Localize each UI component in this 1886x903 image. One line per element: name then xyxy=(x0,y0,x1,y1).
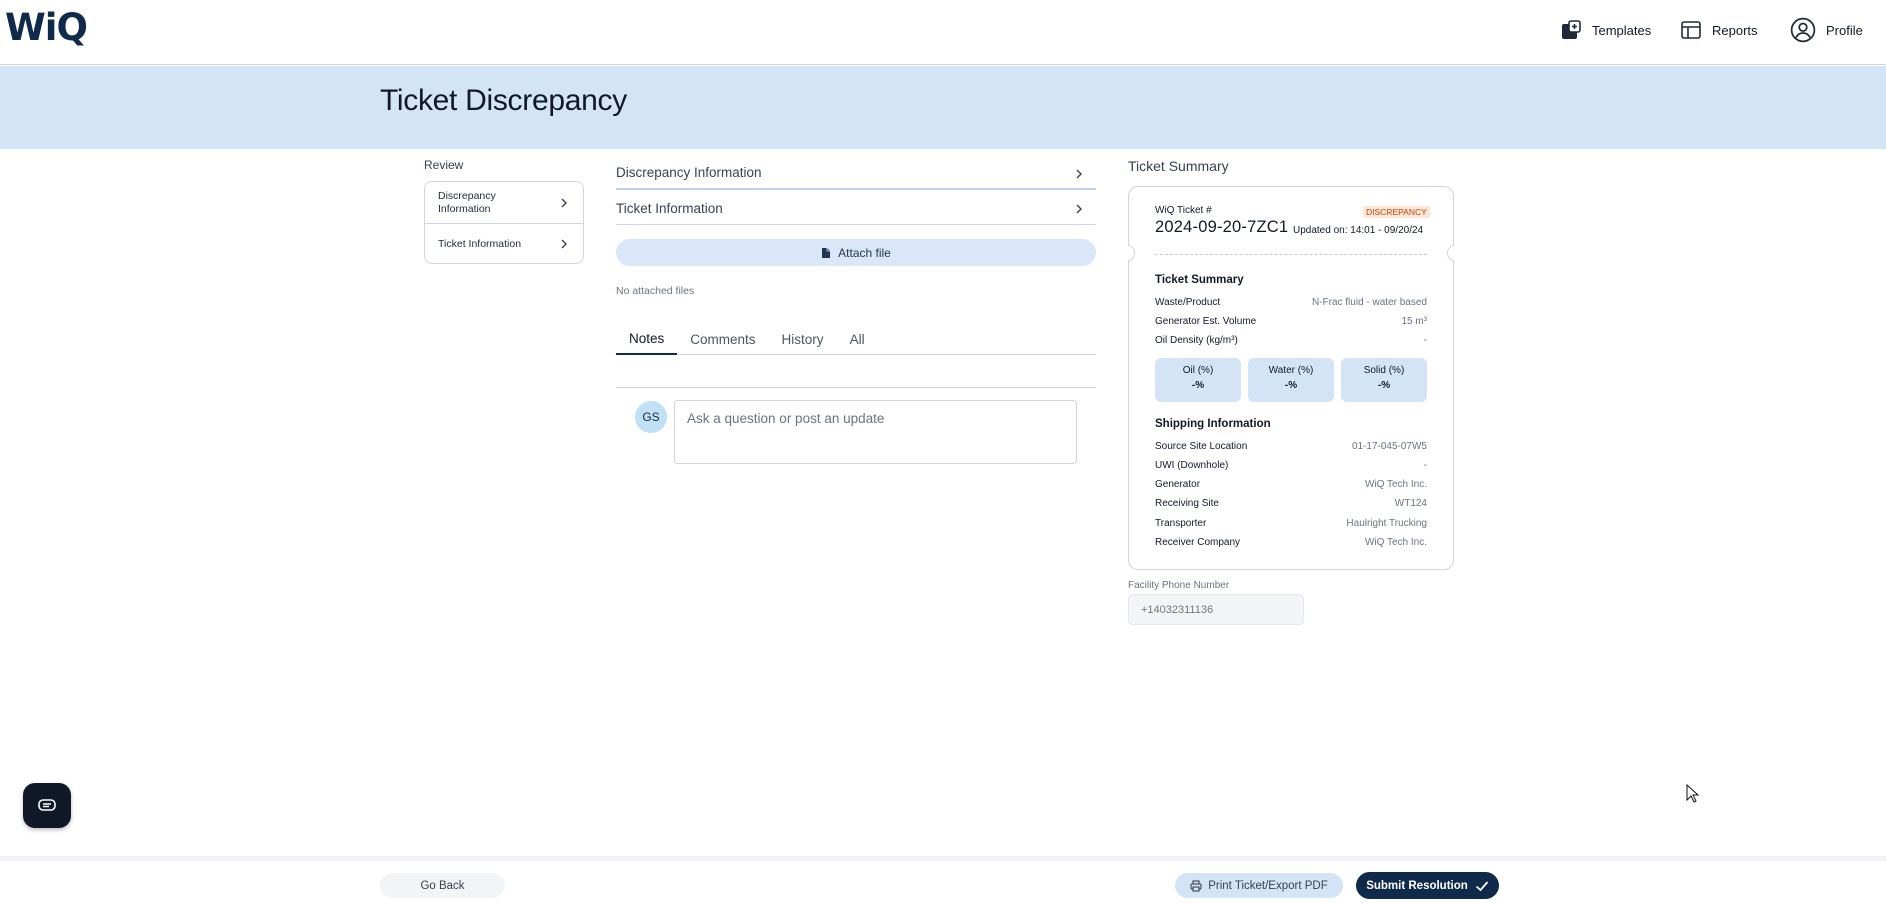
nav-profile[interactable]: Profile xyxy=(1790,17,1863,43)
facility-phone-label: Facility Phone Number xyxy=(1128,580,1230,591)
tab-history[interactable]: History xyxy=(769,324,837,355)
chevron-right-icon xyxy=(561,239,567,249)
shipping-row: UWI (Downhole) - xyxy=(1155,460,1427,474)
shipping-key: Receiver Company xyxy=(1155,537,1241,548)
chat-icon xyxy=(38,798,56,811)
nav-reports[interactable]: Reports xyxy=(1680,17,1758,43)
chevron-right-icon xyxy=(1076,204,1082,214)
note-input[interactable] xyxy=(674,400,1077,464)
ticket-number: 2024-09-20-7ZC1 xyxy=(1155,218,1289,236)
section-discrepancy-information[interactable]: Discrepancy Information xyxy=(616,157,1096,190)
solid-percent-label: Solid (%) xyxy=(1363,365,1405,376)
templates-icon xyxy=(1562,20,1581,39)
tab-comments[interactable]: Comments xyxy=(677,324,768,355)
submit-resolution-label: Submit Resolution xyxy=(1366,879,1468,892)
shipping-value: Haulright Trucking xyxy=(1346,518,1427,529)
shipping-row: Receiver Company WiQ Tech Inc. xyxy=(1155,537,1427,551)
ticket-number-label: WiQ Ticket # xyxy=(1155,205,1212,216)
shipping-row: Transporter Haulright Trucking xyxy=(1155,518,1427,532)
summary-value: - xyxy=(1423,335,1427,346)
review-item-discrepancy-information[interactable]: Discrepancy Information xyxy=(425,182,583,224)
print-ticket-label: Print Ticket/Export PDF xyxy=(1208,879,1328,892)
summary-key: Generator Est. Volume xyxy=(1155,316,1257,327)
shipping-key: Receiving Site xyxy=(1155,498,1219,509)
summary-row: Oil Density (kg/m³) - xyxy=(1155,335,1427,349)
review-nav: Discrepancy Information Ticket Informati… xyxy=(424,181,584,264)
submit-resolution-button[interactable]: Submit Resolution xyxy=(1356,872,1499,899)
summary-key: Waste/Product xyxy=(1155,297,1221,308)
nav-profile-label: Profile xyxy=(1826,22,1863,38)
profile-icon xyxy=(1790,17,1816,43)
shipping-row: Source Site Location 01-17-045-07W5 xyxy=(1155,441,1427,455)
solid-percent-box: Solid (%) -% xyxy=(1341,358,1427,402)
summary-row: Waste/Product N-Frac fluid - water based xyxy=(1155,297,1427,311)
ticket-summary-section-title: Ticket Summary xyxy=(1155,274,1244,286)
print-ticket-button[interactable]: Print Ticket/Export PDF xyxy=(1175,873,1343,898)
review-label: Review xyxy=(424,158,464,172)
chat-button[interactable] xyxy=(23,783,71,828)
no-attached-files-text: No attached files xyxy=(616,285,695,297)
card-notch-right xyxy=(1447,245,1454,261)
check-icon xyxy=(1475,880,1488,891)
divider xyxy=(616,387,1096,388)
cursor-icon xyxy=(1686,784,1700,803)
oil-percent-value: -% xyxy=(1191,380,1205,391)
section-label: Discrepancy Information xyxy=(616,165,762,180)
card-notch-left xyxy=(1128,245,1135,261)
chevron-right-icon xyxy=(1076,169,1082,179)
review-item-label: Discrepancy Information xyxy=(438,189,496,215)
summary-value: 15 m³ xyxy=(1401,316,1427,327)
solid-percent-value: -% xyxy=(1377,380,1391,391)
shipping-section-title: Shipping Information xyxy=(1155,418,1271,430)
reports-icon xyxy=(1681,21,1701,39)
wiq-logo[interactable]: WiQ xyxy=(5,6,88,49)
tab-all[interactable]: All xyxy=(837,324,878,355)
attach-file-button[interactable]: Attach file xyxy=(616,239,1096,266)
notes-tabs: Notes Comments History All xyxy=(616,324,1096,355)
water-percent-value: -% xyxy=(1284,380,1298,391)
shipping-key: Source Site Location xyxy=(1155,441,1248,452)
shipping-value: WT124 xyxy=(1394,498,1427,509)
nav-templates[interactable]: Templates xyxy=(1560,17,1651,43)
page-header-band xyxy=(0,66,1886,149)
water-percent-label: Water (%) xyxy=(1268,365,1314,376)
shipping-key: Transporter xyxy=(1155,518,1207,529)
review-item-label: Ticket Information xyxy=(438,237,522,250)
oil-percent-box: Oil (%) -% xyxy=(1155,358,1241,402)
chevron-right-icon xyxy=(561,198,567,207)
page-title: Ticket Discrepancy xyxy=(380,84,627,117)
summary-value: N-Frac fluid - water based xyxy=(1311,297,1427,308)
facility-phone-field[interactable] xyxy=(1128,594,1304,625)
file-icon xyxy=(822,247,831,258)
shipping-value: WiQ Tech Inc. xyxy=(1364,537,1427,548)
bottom-action-bar xyxy=(0,856,1886,903)
section-label: Ticket Information xyxy=(616,200,723,216)
shipping-key: UWI (Downhole) xyxy=(1155,460,1229,471)
oil-percent-label: Oil (%) xyxy=(1182,365,1214,376)
summary-key: Oil Density (kg/m³) xyxy=(1155,335,1238,346)
shipping-value: - xyxy=(1423,460,1427,471)
shipping-value: 01-17-045-07W5 xyxy=(1351,441,1427,452)
shipping-value: WiQ Tech Inc. xyxy=(1364,479,1427,490)
updated-timestamp: Updated on: 14:01 - 09/20/24 xyxy=(1293,225,1424,236)
avatar: GS xyxy=(635,401,667,433)
dashed-divider xyxy=(1155,254,1427,255)
nav-templates-label: Templates xyxy=(1592,22,1652,38)
attach-file-label: Attach file xyxy=(838,245,891,260)
status-badge: DISCREPANCY xyxy=(1363,206,1430,218)
top-navbar: WiQ Templates Reports Profile xyxy=(0,0,1886,65)
tab-notes[interactable]: Notes xyxy=(616,324,678,355)
shipping-key: Generator xyxy=(1155,479,1201,490)
nav-reports-label: Reports xyxy=(1712,22,1758,38)
section-ticket-information[interactable]: Ticket Information xyxy=(616,192,1096,225)
printer-icon xyxy=(1190,879,1202,892)
shipping-row: Generator WiQ Tech Inc. xyxy=(1155,479,1427,493)
go-back-button[interactable]: Go Back xyxy=(380,873,505,898)
shipping-row: Receiving Site WT124 xyxy=(1155,498,1427,512)
summary-row: Generator Est. Volume 15 m³ xyxy=(1155,316,1427,330)
review-item-ticket-information[interactable]: Ticket Information xyxy=(425,224,583,263)
ticket-summary-heading: Ticket Summary xyxy=(1128,158,1229,174)
water-percent-box: Water (%) -% xyxy=(1248,358,1334,402)
